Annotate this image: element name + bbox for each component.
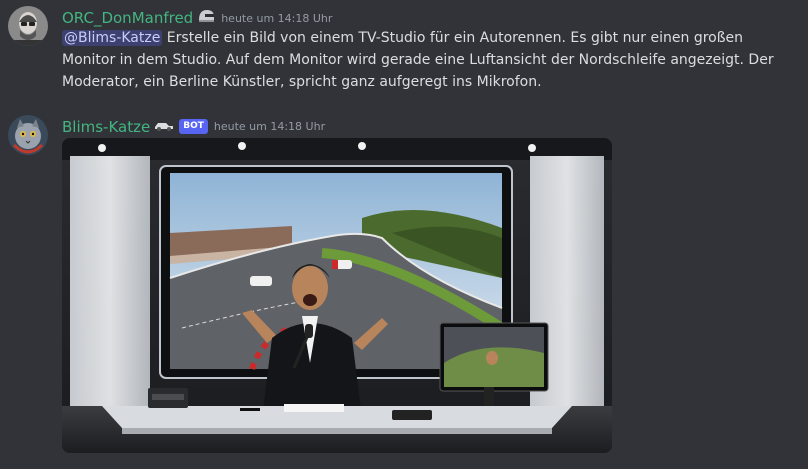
timestamp[interactable]: heute um 14:18 Uhr <box>221 12 332 25</box>
user-avatar[interactable] <box>8 6 48 46</box>
bot-badge: BOT <box>179 119 208 134</box>
message-header: ORC_DonManfred heute um 14:18 Uhr <box>62 8 332 28</box>
message-content: @Blims-Katze Erstelle ein Bild von einem… <box>62 27 782 93</box>
racecar-icon <box>154 117 174 136</box>
helmet-icon <box>197 8 215 28</box>
user-mention[interactable]: @Blims-Katze <box>62 30 163 46</box>
message-header: Blims-Katze BOT heute um 14:18 Uhr <box>62 117 325 136</box>
bot-avatar[interactable] <box>8 115 48 155</box>
timestamp[interactable]: heute um 14:18 Uhr <box>214 120 325 133</box>
tv-studio-image <box>62 138 612 453</box>
image-attachment[interactable] <box>62 138 612 453</box>
message-text: Erstelle ein Bild von einem TV-Studio fü… <box>62 30 774 90</box>
username[interactable]: ORC_DonManfred <box>62 9 193 27</box>
username[interactable]: Blims-Katze <box>62 118 150 136</box>
